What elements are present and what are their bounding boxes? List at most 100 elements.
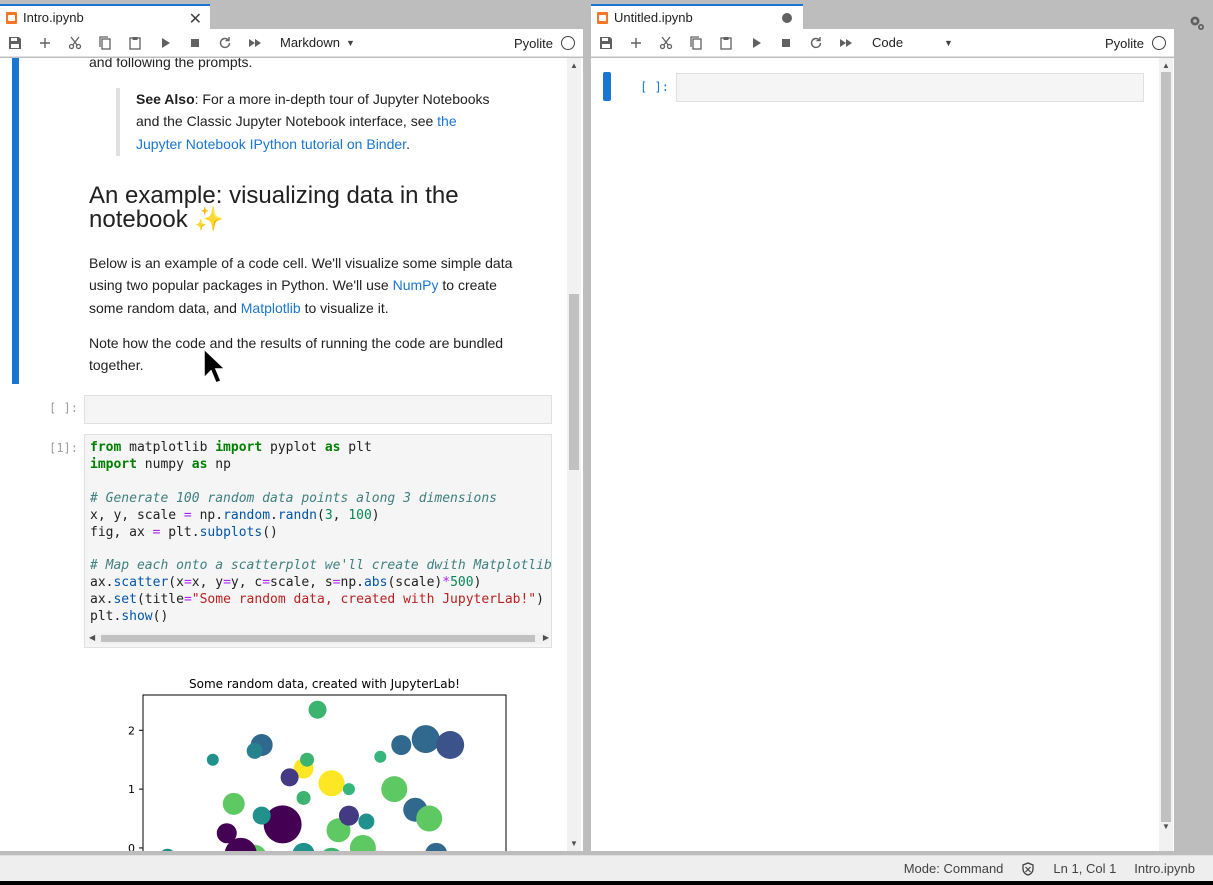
copy-icon[interactable] bbox=[681, 29, 711, 57]
code-line: import numpy as np bbox=[90, 456, 231, 472]
add-cell-icon[interactable] bbox=[30, 29, 60, 57]
notebook-icon bbox=[597, 11, 608, 24]
cell-prompt: [ ]: bbox=[640, 80, 669, 94]
scatter-point bbox=[411, 725, 440, 754]
numpy-link[interactable]: NumPy bbox=[393, 277, 439, 293]
vertical-scrollbar[interactable]: ▲ ▼ bbox=[1159, 58, 1173, 851]
run-all-icon[interactable] bbox=[240, 29, 270, 57]
scatter-point bbox=[342, 783, 355, 796]
scatter-point bbox=[338, 805, 359, 826]
scatter-points bbox=[161, 700, 465, 851]
scatter-point bbox=[436, 731, 465, 759]
paragraph-line: Below is an example of a code cell. We'l… bbox=[89, 255, 513, 271]
see-also-blockquote: See Also: For a more in-depth tour of Ju… bbox=[136, 88, 536, 155]
see-also-text: and the Classic Jupyter Notebook interfa… bbox=[136, 113, 438, 130]
tab-intro-notebook[interactable]: Intro.ipynb ✕ bbox=[0, 4, 210, 29]
paragraph-text: using two popular packages in Python. We… bbox=[89, 277, 393, 294]
chevron-down-icon: ▼ bbox=[944, 37, 953, 48]
see-also-line3: Jupyter Notebook IPython tutorial on Bin… bbox=[136, 133, 536, 155]
unsaved-indicator-icon[interactable] bbox=[782, 13, 792, 23]
cell-type-value: Code bbox=[872, 35, 904, 50]
heading-line2: notebook ✨ bbox=[89, 206, 225, 233]
scatter-point bbox=[292, 842, 315, 851]
scatter-point bbox=[374, 750, 387, 763]
scatter-point bbox=[161, 848, 173, 851]
tab-untitled-notebook[interactable]: Untitled.ipynb bbox=[591, 4, 803, 29]
code-line: ax.scatter(x=x, y=y, c=scale, s=np.abs(s… bbox=[90, 575, 482, 591]
matplotlib-link[interactable]: Matplotlib bbox=[241, 300, 301, 316]
scroll-down-icon[interactable]: ▼ bbox=[1159, 822, 1173, 831]
see-also-line2: and the Classic Jupyter Notebook interfa… bbox=[136, 110, 536, 132]
scrollbar-thumb[interactable] bbox=[101, 635, 535, 642]
markdown-cell[interactable]: and following the prompts. bbox=[89, 58, 549, 73]
code-line: # Map each onto a scatterplot we'll crea… bbox=[90, 558, 552, 574]
vertical-scrollbar[interactable]: ▲ ▼ bbox=[567, 58, 581, 851]
scroll-down-icon[interactable]: ▼ bbox=[567, 839, 581, 848]
scrollbar-thumb[interactable] bbox=[569, 294, 579, 470]
scatter-point bbox=[416, 805, 443, 832]
stop-icon[interactable] bbox=[771, 29, 801, 57]
copy-icon[interactable] bbox=[90, 29, 120, 57]
cell-collapser[interactable] bbox=[603, 72, 611, 101]
code-editor[interactable]: from matplotlib import pyplot as plt impo… bbox=[90, 440, 552, 626]
paste-icon[interactable] bbox=[711, 29, 741, 57]
scroll-left-icon[interactable]: ◀ bbox=[89, 633, 95, 642]
active-file: Intro.ipynb bbox=[1134, 861, 1195, 876]
y-tick-label: 0 bbox=[128, 842, 135, 851]
chart-title: Some random data, created with JupyterLa… bbox=[189, 677, 460, 691]
untitled-notebook-panel[interactable]: [ ]: ▲ ▼ bbox=[591, 58, 1174, 851]
cell-prompt: [ ]: bbox=[49, 401, 78, 415]
save-icon[interactable] bbox=[591, 29, 621, 57]
kernel-name: Pyolite bbox=[513, 35, 553, 51]
save-icon[interactable] bbox=[0, 29, 30, 57]
trust-shield-icon[interactable] bbox=[1021, 861, 1035, 876]
scatter-point bbox=[391, 735, 412, 755]
scatter-point bbox=[222, 792, 245, 815]
scatter-point bbox=[300, 752, 315, 767]
cell-prompt: [1]: bbox=[49, 441, 78, 455]
cell-type-dropdown[interactable]: Code ▼ bbox=[872, 29, 953, 57]
restart-icon[interactable] bbox=[801, 29, 831, 57]
stop-icon[interactable] bbox=[180, 29, 210, 57]
run-all-icon[interactable] bbox=[831, 29, 861, 57]
code-cell-input[interactable] bbox=[676, 73, 1144, 102]
close-icon[interactable]: ✕ bbox=[189, 9, 202, 29]
blockquote-border bbox=[116, 88, 120, 156]
paste-icon[interactable] bbox=[120, 29, 150, 57]
scatter-point bbox=[349, 834, 376, 851]
binder-link[interactable]: Jupyter Notebook IPython tutorial on Bin… bbox=[136, 136, 406, 152]
scrollbar-thumb[interactable] bbox=[1161, 72, 1171, 822]
scroll-up-icon[interactable]: ▲ bbox=[1159, 61, 1173, 70]
chevron-down-icon: ▼ bbox=[345, 37, 355, 48]
see-also-text: . bbox=[406, 135, 410, 152]
mode-status[interactable]: Mode: Command bbox=[904, 861, 1004, 876]
code-horizontal-scrollbar[interactable]: ◀ ▶ bbox=[89, 633, 549, 644]
cut-icon[interactable] bbox=[651, 29, 681, 57]
kernel-status[interactable]: Pyolite bbox=[514, 29, 575, 57]
mouse-cursor-icon bbox=[203, 348, 227, 384]
restart-icon[interactable] bbox=[210, 29, 240, 57]
code-cell-input[interactable]: from matplotlib import pyplot as plt impo… bbox=[84, 434, 552, 648]
binder-link[interactable]: the bbox=[437, 113, 456, 129]
add-cell-icon[interactable] bbox=[621, 29, 651, 57]
run-icon[interactable] bbox=[741, 29, 771, 57]
kernel-status[interactable]: Pyolite bbox=[1105, 29, 1166, 57]
scroll-up-icon[interactable]: ▲ bbox=[567, 61, 581, 70]
cut-icon[interactable] bbox=[60, 29, 90, 57]
cell-collapser[interactable] bbox=[12, 58, 19, 384]
cursor-position[interactable]: Ln 1, Col 1 bbox=[1053, 861, 1116, 876]
scroll-right-icon[interactable]: ▶ bbox=[543, 633, 549, 642]
cell-type-dropdown[interactable]: Markdown ▼ bbox=[280, 29, 355, 57]
paragraph-line: some random data, and Matplotlib to visu… bbox=[89, 297, 549, 319]
paragraph-text: to create bbox=[438, 277, 497, 294]
paragraph-line: together. bbox=[89, 357, 144, 374]
run-icon[interactable] bbox=[150, 29, 180, 57]
intro-notebook-panel[interactable]: and following the prompts. See Also: For… bbox=[0, 58, 583, 851]
property-inspector-gear-icon[interactable] bbox=[1188, 14, 1206, 32]
scatter-point bbox=[425, 842, 447, 851]
code-line: from matplotlib import pyplot as plt bbox=[90, 440, 372, 455]
scatter-point bbox=[252, 806, 271, 825]
empty-code-cell-input[interactable] bbox=[84, 395, 552, 424]
